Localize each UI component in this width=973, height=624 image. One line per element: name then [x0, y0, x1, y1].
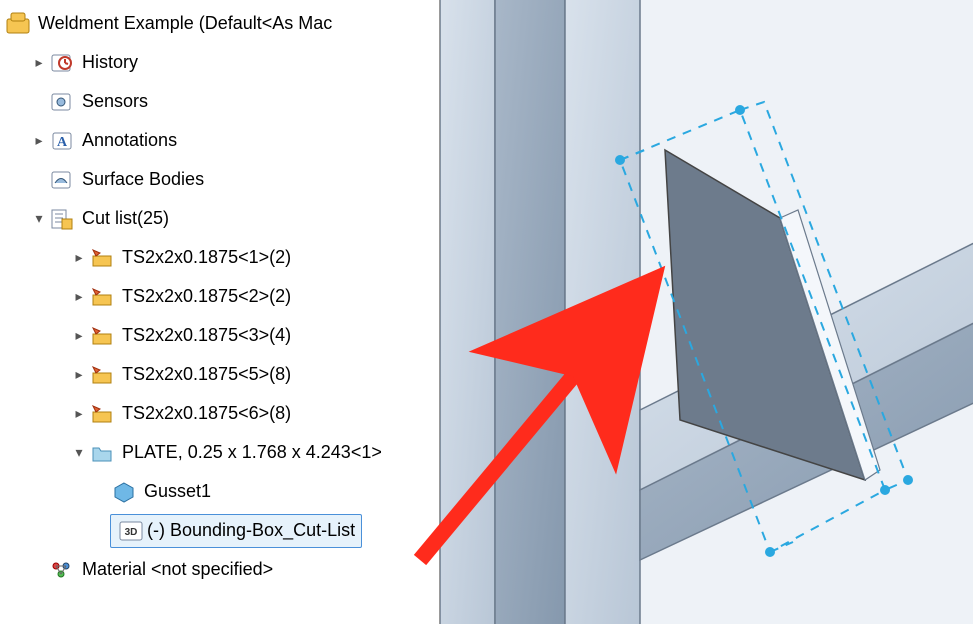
- cutlist-item[interactable]: ▸ TS2x2x0.1875<1>(2): [0, 238, 439, 277]
- material-icon: [48, 556, 76, 584]
- item-label: TS2x2x0.1875<3>(4): [122, 325, 439, 346]
- annotations-label: Annotations: [82, 130, 439, 151]
- bbox-label: (-) Bounding-Box_Cut-List: [147, 520, 355, 541]
- cut-list-icon: [48, 205, 76, 233]
- weldment-item-icon: [88, 400, 116, 428]
- cutlist-item[interactable]: ▸ TS2x2x0.1875<5>(8): [0, 355, 439, 394]
- surface-bodies-node[interactable]: Surface Bodies: [0, 160, 439, 199]
- cut-list-label: Cut list(25): [82, 208, 439, 229]
- cutlist-item[interactable]: ▸ TS2x2x0.1875<2>(2): [0, 277, 439, 316]
- cutlist-item[interactable]: ▸ TS2x2x0.1875<6>(8): [0, 394, 439, 433]
- expand-icon[interactable]: ▸: [30, 54, 48, 71]
- feature-tree-panel: Weldment Example (Default<As Mac ▸ Histo…: [0, 0, 440, 624]
- collapse-icon[interactable]: ▾: [30, 210, 48, 227]
- annotations-icon: A: [48, 127, 76, 155]
- expand-icon[interactable]: ▸: [70, 288, 88, 305]
- sketch-3d-icon: 3D: [117, 517, 145, 545]
- history-node[interactable]: ▸ History: [0, 43, 439, 82]
- sensors-node[interactable]: Sensors: [0, 82, 439, 121]
- cutlist-item[interactable]: ▸ TS2x2x0.1875<3>(4): [0, 316, 439, 355]
- plate-label: PLATE, 0.25 x 1.768 x 4.243<1>: [122, 442, 439, 463]
- weldment-item-icon: [88, 244, 116, 272]
- annotations-node[interactable]: ▸ A Annotations: [0, 121, 439, 160]
- gusset-node[interactable]: Gusset1: [0, 472, 439, 511]
- surface-bodies-icon: [48, 166, 76, 194]
- material-label: Material <not specified>: [82, 559, 439, 580]
- expand-icon[interactable]: ▸: [70, 327, 88, 344]
- history-label: History: [82, 52, 439, 73]
- plate-node[interactable]: ▾ PLATE, 0.25 x 1.768 x 4.243<1>: [0, 433, 439, 472]
- history-icon: [48, 49, 76, 77]
- root-node[interactable]: Weldment Example (Default<As Mac: [0, 4, 439, 43]
- material-node[interactable]: Material <not specified>: [0, 550, 439, 589]
- bounding-box-node[interactable]: 3D (-) Bounding-Box_Cut-List: [0, 511, 439, 550]
- root-label: Weldment Example (Default<As Mac: [38, 13, 439, 34]
- weldment-item-icon: [88, 361, 116, 389]
- expand-icon[interactable]: ▸: [70, 366, 88, 383]
- solid-body-icon: [110, 478, 138, 506]
- item-label: TS2x2x0.1875<5>(8): [122, 364, 439, 385]
- expand-icon[interactable]: ▸: [70, 405, 88, 422]
- item-label: TS2x2x0.1875<2>(2): [122, 286, 439, 307]
- sensors-icon: [48, 88, 76, 116]
- surface-bodies-label: Surface Bodies: [82, 169, 439, 190]
- cut-list-node[interactable]: ▾ Cut list(25): [0, 199, 439, 238]
- item-label: TS2x2x0.1875<1>(2): [122, 247, 439, 268]
- folder-icon: [88, 439, 116, 467]
- item-label: TS2x2x0.1875<6>(8): [122, 403, 439, 424]
- weldment-item-icon: [88, 322, 116, 350]
- model-viewport[interactable]: [440, 0, 973, 624]
- weldment-item-icon: [88, 283, 116, 311]
- svg-text:A: A: [57, 135, 68, 150]
- svg-text:3D: 3D: [125, 527, 138, 538]
- expand-icon[interactable]: ▸: [30, 132, 48, 149]
- collapse-icon[interactable]: ▾: [70, 444, 88, 461]
- expand-icon[interactable]: ▸: [70, 249, 88, 266]
- sensors-label: Sensors: [82, 91, 439, 112]
- gusset-label: Gusset1: [144, 481, 439, 502]
- weldment-icon: [4, 10, 32, 38]
